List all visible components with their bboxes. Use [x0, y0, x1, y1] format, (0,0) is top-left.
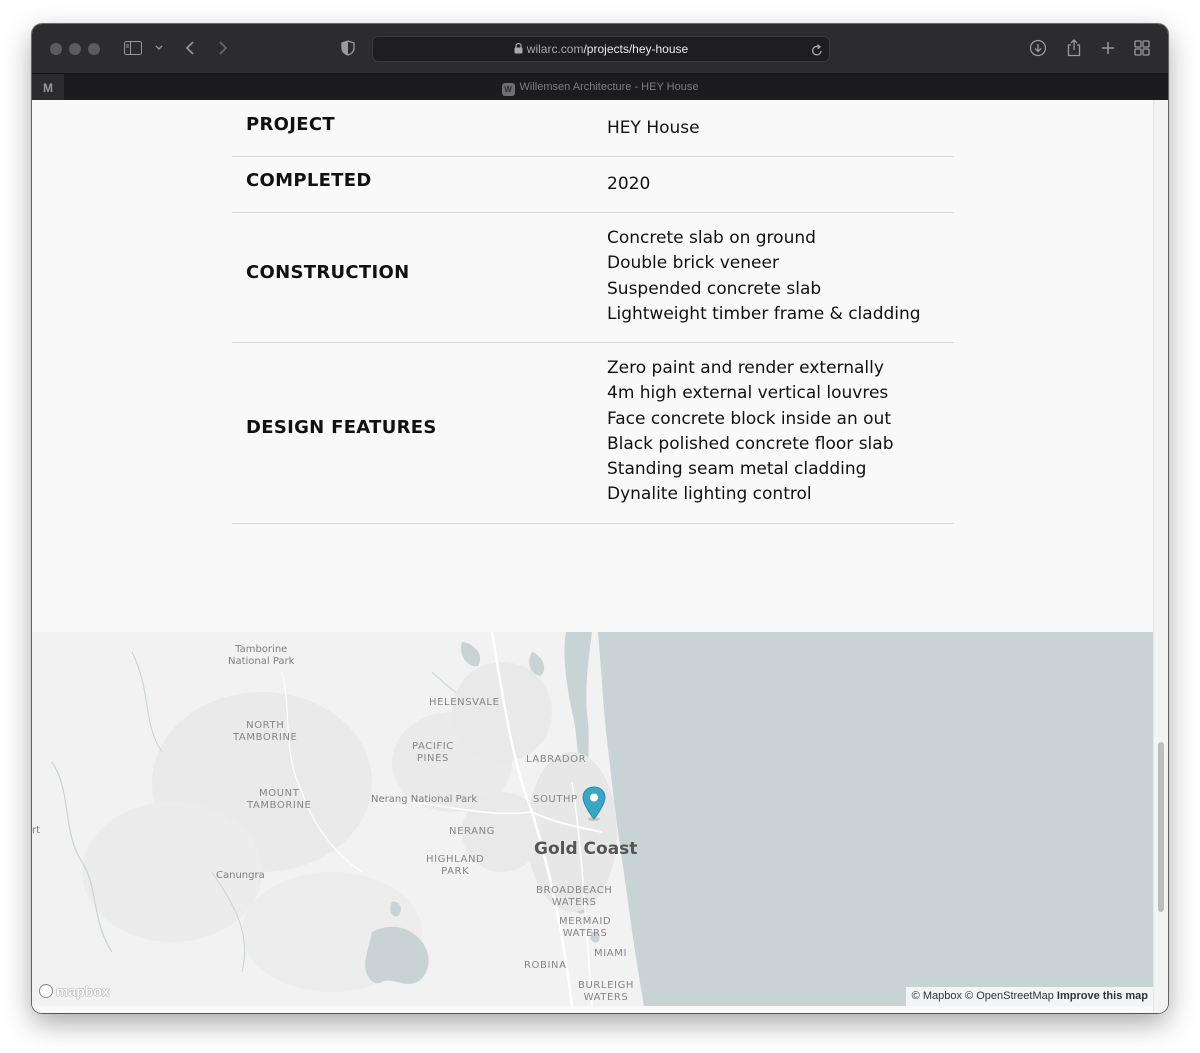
detail-row-design-features: DESIGN FEATURES Zero paint and render ex…	[232, 343, 954, 524]
map-label-miami: MIAMI	[594, 948, 627, 959]
map-label-mermaid-waters: MERMAID WATERS	[559, 916, 612, 939]
map-label-burleigh-waters: BURLEIGH WATERS	[578, 980, 635, 1003]
lock-icon	[514, 42, 523, 54]
browser-window: wilarc.com/projects/hey-house M W Willems…	[32, 24, 1168, 1013]
browser-toolbar: wilarc.com/projects/hey-house	[32, 24, 1168, 73]
row-value: Standing seam metal cladding	[607, 459, 867, 480]
row-values: HEY House	[607, 116, 700, 141]
row-value: Concrete slab on ground	[607, 228, 816, 248]
map-label-canungra: Canungra	[216, 870, 265, 881]
active-tab[interactable]: W Willemsen Architecture - HEY House	[32, 74, 1168, 101]
mapbox-logo[interactable]: mapbox	[39, 982, 110, 1000]
map-label-nerang: NERANG	[449, 826, 496, 837]
row-label: PROJECT	[246, 114, 335, 135]
chevron-down-icon[interactable]	[152, 37, 166, 59]
row-label: CONSTRUCTION	[246, 262, 410, 283]
privacy-shield-icon[interactable]	[340, 37, 356, 59]
tab-overview-icon[interactable]	[1133, 37, 1151, 59]
attribution-mapbox-link[interactable]: © Mapbox	[912, 990, 962, 1002]
row-value: Suspended concrete slab	[607, 278, 822, 299]
tab-bar: M W Willemsen Architecture - HEY House	[32, 73, 1168, 101]
page-content: PROJECT HEY House COMPLETED 2020 CONSTRU…	[32, 100, 1168, 1013]
map-label-highland-park: HIGHLAND PARK	[426, 854, 485, 877]
map-label-mount-tamborine: MOUNT TAMBORINE	[247, 788, 312, 811]
downloads-icon[interactable]	[1029, 37, 1047, 59]
row-label: COMPLETED	[246, 170, 372, 191]
mapbox-logo-text: mapbox	[56, 983, 110, 999]
forward-icon[interactable]	[215, 37, 231, 59]
address-bar[interactable]: wilarc.com/projects/hey-house	[372, 36, 830, 62]
row-value: Double brick veneer	[607, 253, 779, 274]
map-label-southport: SOUTHP	[533, 794, 578, 805]
url-host: wilarc.com	[526, 42, 584, 56]
close-window-button[interactable]	[50, 43, 62, 55]
zoom-window-button[interactable]	[88, 43, 100, 55]
row-value: Dynalite lighting control	[607, 484, 812, 505]
row-value: Zero paint and render externally	[607, 358, 884, 378]
new-tab-icon[interactable]	[1099, 37, 1117, 59]
project-details-table: PROJECT HEY House COMPLETED 2020 CONSTRU…	[232, 100, 954, 524]
tab-title: Willemsen Architecture - HEY House	[519, 81, 699, 93]
mapbox-logo-icon	[39, 984, 53, 998]
row-value: Lightweight timber frame & cladding	[607, 303, 921, 324]
row-values: Zero paint and render externally 4m high…	[607, 356, 894, 508]
detail-row-project: PROJECT HEY House	[232, 100, 954, 157]
row-value: 2020	[607, 174, 651, 194]
detail-row-construction: CONSTRUCTION Concrete slab on ground Dou…	[232, 213, 954, 343]
map-label-labrador: LABRADOR	[526, 754, 587, 765]
row-value: 4m high external vertical louvres	[607, 383, 889, 404]
site-favicon-icon: W	[501, 83, 515, 96]
minimize-window-button[interactable]	[69, 43, 81, 55]
attribution-osm-link[interactable]: © OpenStreetMap	[965, 990, 1054, 1002]
improve-map-link[interactable]: Improve this map	[1057, 990, 1148, 1002]
row-values: 2020	[607, 172, 650, 197]
row-value: HEY House	[607, 118, 700, 138]
map-label-tamborine-np: Tamborine National Park	[228, 644, 295, 667]
row-value: Face concrete block inside an out	[607, 408, 891, 429]
row-label: DESIGN FEATURES	[246, 417, 437, 438]
detail-row-completed: COMPLETED 2020	[232, 157, 954, 213]
reload-icon[interactable]	[811, 42, 823, 61]
map-label-gold-coast: Gold Coast	[534, 839, 638, 859]
sidebar-icon[interactable]	[122, 37, 144, 59]
map-label-north-tamborine: NORTH TAMBORINE	[233, 720, 298, 743]
map-label-nerang-np: Nerang National Park	[371, 794, 478, 805]
page-scrollbar[interactable]	[1153, 100, 1168, 1013]
location-map[interactable]: Tamborine National Park HELENSVALE NORTH T…	[32, 632, 1154, 1006]
scrollbar-thumb[interactable]	[1158, 742, 1164, 912]
map-label-robina: ROBINA	[524, 960, 567, 971]
share-icon[interactable]	[1065, 37, 1083, 59]
url-path: /projects/hey-house	[583, 42, 689, 56]
map-label-helensvale: HELENSVALE	[429, 697, 500, 708]
back-icon[interactable]	[182, 37, 198, 59]
map-label-edge: rt	[32, 825, 41, 836]
map-label-pacific-pines: PACIFIC PINES	[412, 741, 454, 764]
row-value: Black polished concrete floor slab	[607, 433, 894, 454]
map-attribution: © Mapbox © OpenStreetMap Improve this ma…	[905, 987, 1154, 1006]
row-values: Concrete slab on ground Double brick ven…	[607, 226, 921, 327]
map-label-broadbeach-waters: BROADBEACH WATERS	[536, 885, 613, 908]
